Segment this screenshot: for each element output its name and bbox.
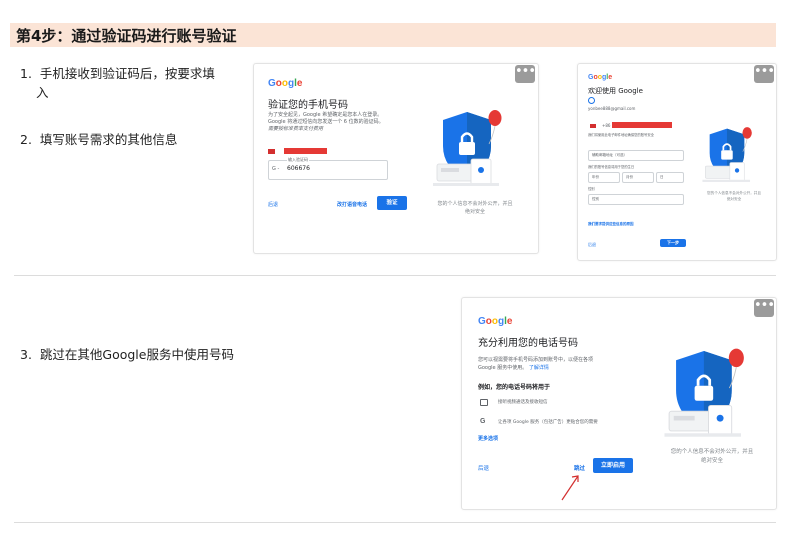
verify-button[interactable]: 验证 bbox=[377, 196, 407, 210]
balloon-icon bbox=[728, 348, 744, 368]
card-title: 充分利用您的电话号码 bbox=[478, 338, 578, 349]
more-options-button[interactable]: ••• bbox=[754, 299, 775, 317]
more-options-button[interactable]: ••• bbox=[754, 65, 775, 83]
card-description: 您可以视需要将手机号码添加到账号中，以便在各项 Google 服务中使用。 了解详… bbox=[478, 357, 594, 371]
annotation-arrow bbox=[561, 475, 579, 501]
video-call-icon bbox=[480, 399, 488, 406]
next-button[interactable]: 下一步 bbox=[660, 239, 686, 247]
account-icon bbox=[588, 97, 595, 104]
month-select[interactable]: 月份 bbox=[622, 172, 654, 183]
flag-icon bbox=[590, 124, 596, 128]
google-logo: Google bbox=[478, 316, 513, 327]
section-divider bbox=[14, 275, 776, 276]
privacy-note: 您的个人信息不会对外公开，并且 绝对安全 bbox=[437, 201, 513, 215]
call-instead-link[interactable]: 改打语音电话 bbox=[337, 201, 367, 208]
step-item-2: 2. 填写账号需求的其他信息 bbox=[20, 132, 178, 147]
section-divider-bottom bbox=[14, 522, 776, 523]
help-text: 我们将使用此电子邮件地址确保您的账号安全 bbox=[588, 133, 654, 137]
card-description: 为了安全起见，Google 希望确定是您本人在登录。 Google 将通过短信向您… bbox=[268, 112, 384, 132]
gender-select[interactable]: 性别 bbox=[588, 194, 684, 205]
google-logo: Google bbox=[588, 74, 613, 81]
shield-illustration bbox=[664, 348, 744, 437]
step-heading: 第4步：通过验证码进行账号验证 bbox=[16, 27, 237, 45]
lock-icon bbox=[459, 142, 475, 155]
screenshot-verify-phone: Google 验证您的手机号码 为了安全起见，Google 希望确定是您本人在登… bbox=[253, 63, 539, 254]
balloon-icon bbox=[742, 127, 752, 139]
flag-icon bbox=[268, 149, 275, 154]
account-email: yonbee888@gmail.com bbox=[588, 106, 636, 111]
card-title: 验证您的手机号码 bbox=[268, 100, 348, 111]
back-link[interactable]: 后退 bbox=[588, 242, 596, 248]
lock-icon bbox=[721, 150, 733, 160]
privacy-note: 您的个人信息不会对外公开，并且 绝对安全 bbox=[670, 449, 754, 464]
back-link[interactable]: 后退 bbox=[268, 201, 278, 208]
screenshot-use-phone-number: Google 充分利用您的电话号码 您可以视需要将手机号码添加到账号中，以便在各… bbox=[461, 297, 777, 510]
code-input[interactable]: 输入验证码 G - 606676 bbox=[268, 157, 388, 180]
redacted-phone bbox=[612, 122, 672, 128]
skip-link[interactable]: 跳过 bbox=[574, 464, 585, 472]
step-item-3: 3. 跳过在其他Google服务中使用号码 bbox=[20, 347, 234, 362]
example-heading: 例如，您的电话号码将用于 bbox=[478, 384, 551, 391]
why-link[interactable]: 我们要求提供这些信息的原因 bbox=[588, 222, 634, 227]
google-g-icon: G bbox=[480, 418, 486, 425]
enable-now-button[interactable]: 立即启用 bbox=[593, 458, 633, 473]
step-item-1: 1. 手机接收到验证码后，按要求填 入 bbox=[20, 66, 215, 100]
privacy-note: 您的个人信息不会对外公开，并且 绝对安全 bbox=[707, 191, 761, 201]
day-input[interactable]: 日 bbox=[656, 172, 684, 183]
lock-icon bbox=[694, 385, 714, 401]
year-input[interactable]: 年份 bbox=[588, 172, 620, 183]
redacted-phone bbox=[284, 148, 327, 154]
back-link[interactable]: 后退 bbox=[478, 464, 489, 472]
balloon-icon bbox=[488, 110, 502, 126]
recovery-email-input[interactable]: 辅助邮箱地址（可选） bbox=[588, 150, 684, 161]
shield-illustration bbox=[702, 127, 752, 182]
learn-more-link[interactable]: 了解详情 bbox=[529, 365, 549, 371]
screenshot-welcome-google: Google 欢迎使用 Google yonbee888@gmail.com +… bbox=[577, 63, 777, 261]
google-logo: Google bbox=[268, 78, 303, 89]
shield-illustration bbox=[433, 110, 502, 186]
more-options-button[interactable]: ••• bbox=[515, 65, 536, 83]
card-title: 欢迎使用 Google bbox=[588, 87, 643, 95]
more-options-link[interactable]: 更多选项 bbox=[478, 435, 498, 442]
